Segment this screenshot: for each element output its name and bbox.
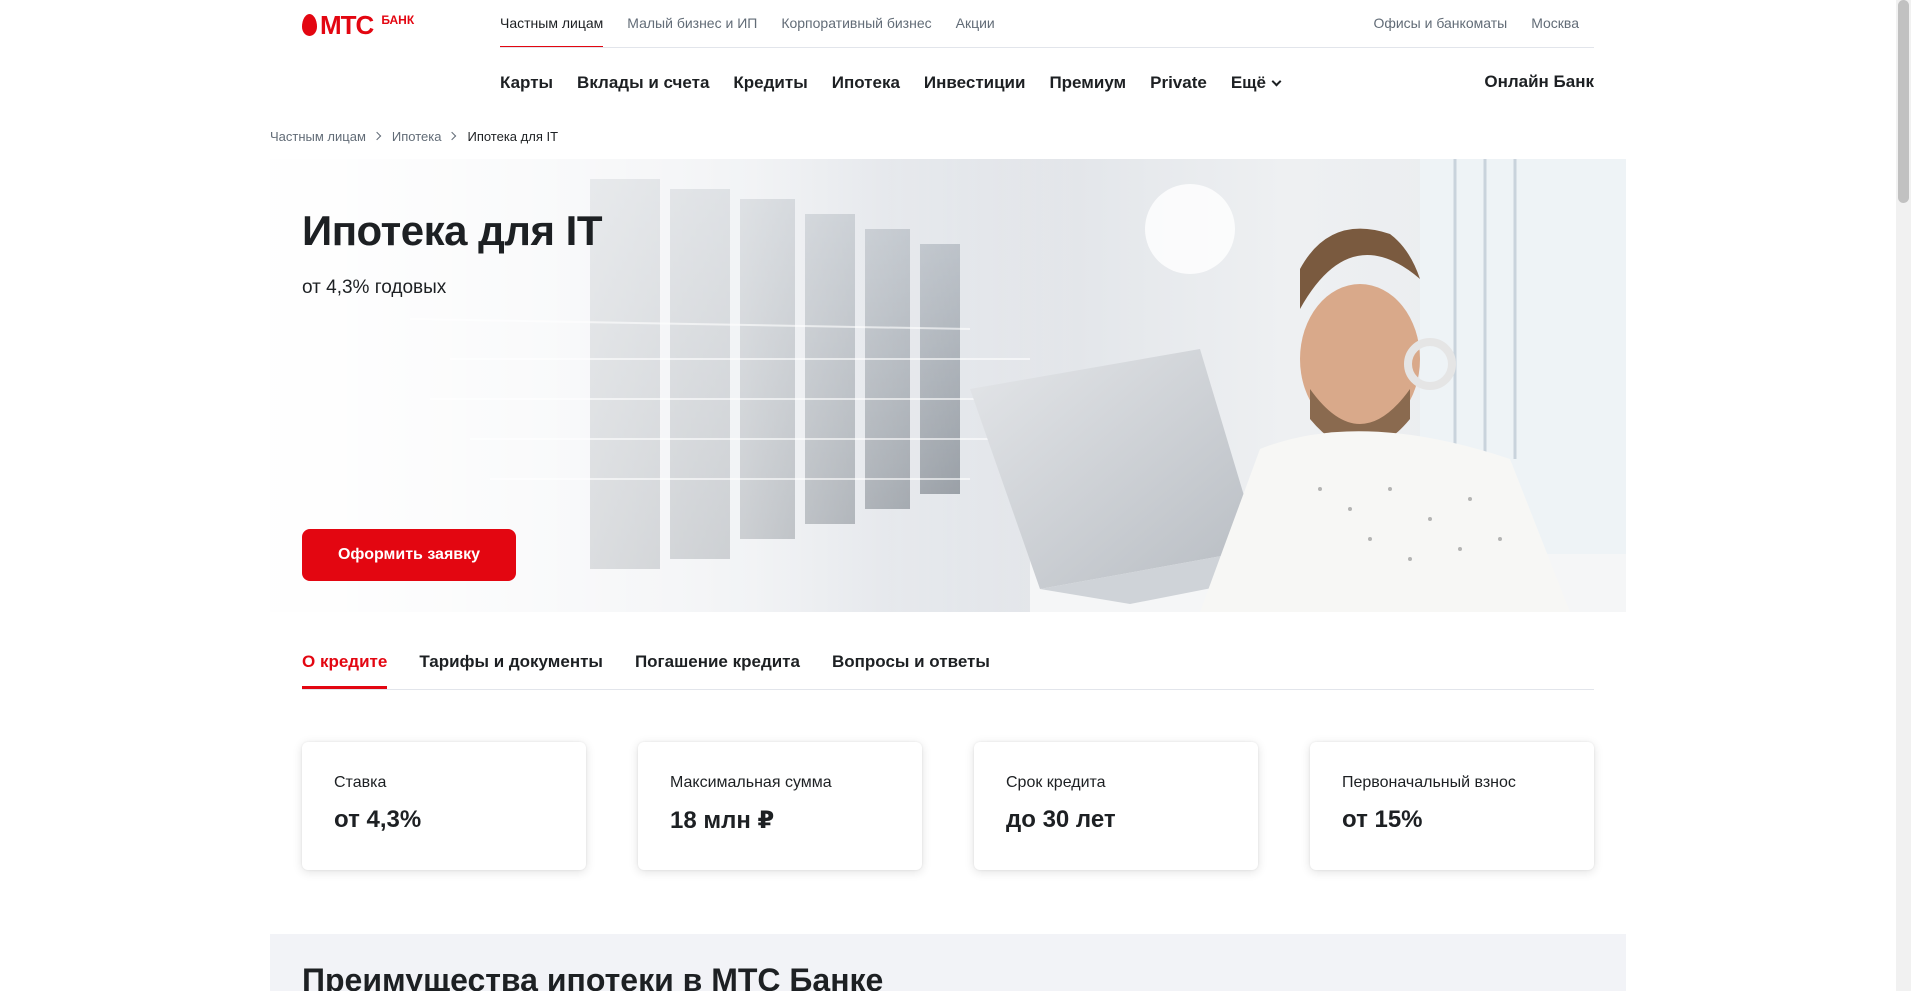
offices-atms-link[interactable]: Офисы и банкоматы xyxy=(1373,0,1507,48)
apply-button[interactable]: Оформить заявку xyxy=(302,529,516,581)
card-rate: Ставка от 4,3% xyxy=(302,742,586,870)
card-label: Ставка xyxy=(334,774,387,791)
breadcrumb-item-current: Ипотека для IT xyxy=(467,128,559,144)
nav-item-premium[interactable]: Премиум xyxy=(1049,70,1126,96)
logo-brand-text: МТС xyxy=(320,10,374,40)
card-down-payment: Первоначальный взнос от 15% xyxy=(1310,742,1594,870)
tab-about-credit[interactable]: О кредите xyxy=(302,640,388,689)
nav-item-cards[interactable]: Карты xyxy=(500,70,553,96)
chevron-right-icon xyxy=(372,131,382,141)
card-value: от 4,3% xyxy=(334,806,422,833)
scrollbar-thumb[interactable] xyxy=(1898,0,1909,203)
segment-nav: Частным лицам Малый бизнес и ИП Корпорат… xyxy=(500,0,1019,48)
content-tabs: О кредите Тарифы и документы Погашение к… xyxy=(302,640,1594,690)
header-top-row: МТС БАНК Частным лицам Малый бизнес и ИП… xyxy=(0,0,1896,48)
breadcrumb-item-individuals[interactable]: Частным лицам xyxy=(270,129,366,144)
online-bank-link[interactable]: Онлайн Банк xyxy=(1484,70,1594,94)
hero-subtitle: от 4,3% годовых xyxy=(302,277,447,298)
header-divider xyxy=(500,47,1594,48)
chevron-right-icon xyxy=(448,131,457,141)
city-selector[interactable]: Москва xyxy=(1531,0,1579,48)
breadcrumb-item-mortgage[interactable]: Ипотека xyxy=(392,129,442,144)
breadcrumb: Частным лицам Ипотека Ипотека для IT xyxy=(270,128,558,144)
nav-item-more[interactable]: Ещё xyxy=(1230,70,1282,96)
card-term: Срок кредита до 30 лет xyxy=(974,742,1258,870)
advantages-title: Преимущества ипотеки в МТС Банке xyxy=(302,962,884,991)
hero-title: Ипотека для IT xyxy=(302,207,602,254)
nav-item-investments[interactable]: Инвестиции xyxy=(924,70,1026,96)
card-value: от 15% xyxy=(1342,806,1423,833)
header-top-right: Офисы и банкоматы Москва xyxy=(1349,0,1579,48)
tab-tariffs-documents[interactable]: Тарифы и документы xyxy=(419,640,603,689)
chevron-down-icon xyxy=(1271,76,1282,86)
advantages-section: Преимущества ипотеки в МТС Банке xyxy=(270,934,1626,991)
segment-small-business[interactable]: Малый бизнес и ИП xyxy=(627,0,757,48)
mts-egg-icon xyxy=(302,14,317,36)
segment-promotions[interactable]: Акции xyxy=(956,0,995,48)
card-max-amount: Максимальная сумма 18 млн ₽ xyxy=(638,742,922,870)
logo-suffix-text: БАНК xyxy=(381,13,415,27)
tab-repayment[interactable]: Погашение кредита xyxy=(635,640,800,689)
segment-corporate[interactable]: Корпоративный бизнес xyxy=(781,0,931,48)
nav-more-label: Ещё xyxy=(1230,73,1266,92)
nav-item-credits[interactable]: Кредиты xyxy=(733,70,807,96)
tab-faq[interactable]: Вопросы и ответы xyxy=(832,640,990,689)
hero-banner: Ипотека для IT от 4,3% годовых Оформить … xyxy=(270,159,1626,612)
nav-item-private[interactable]: Private xyxy=(1150,70,1207,96)
page-scrollbar[interactable] xyxy=(1896,0,1911,991)
loan-terms-cards: Ставка от 4,3% Максимальная сумма 18 млн… xyxy=(302,742,1594,870)
card-label: Первоначальный взнос xyxy=(1342,774,1516,791)
segment-individuals[interactable]: Частным лицам xyxy=(500,0,604,48)
nav-item-mortgage[interactable]: Ипотека xyxy=(832,70,900,96)
card-label: Срок кредита xyxy=(1006,774,1106,791)
card-value: 18 млн ₽ xyxy=(670,807,775,834)
nav-item-deposits[interactable]: Вклады и счета xyxy=(577,70,709,96)
card-value: до 30 лет xyxy=(1006,806,1116,833)
main-nav: Карты Вклады и счета Кредиты Ипотека Инв… xyxy=(500,70,1304,96)
mts-bank-logo[interactable]: МТС БАНК xyxy=(302,12,414,38)
card-label: Максимальная сумма xyxy=(670,774,832,791)
